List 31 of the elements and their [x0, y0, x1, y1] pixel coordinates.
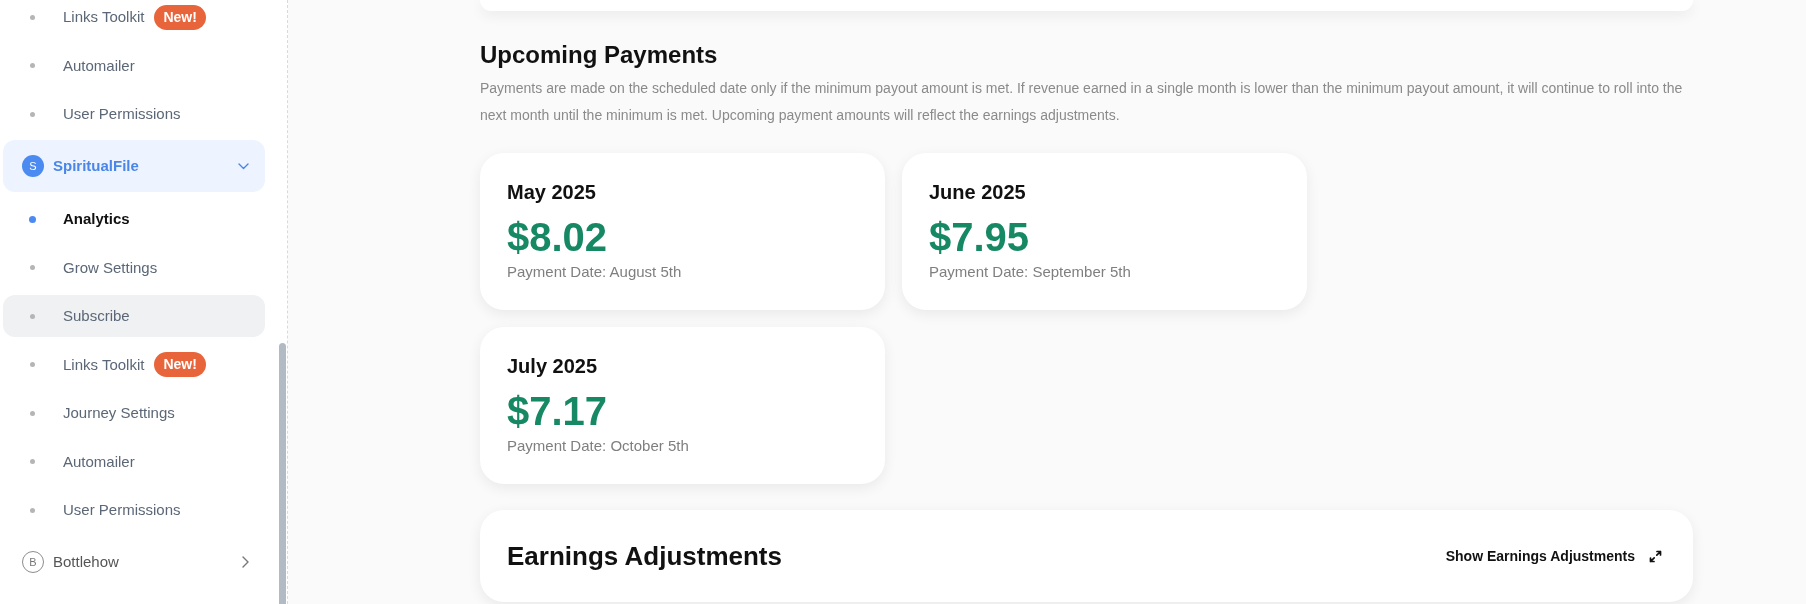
payment-month: May 2025: [507, 180, 596, 204]
bullet-icon: [29, 14, 35, 20]
expand-icon: [1649, 549, 1662, 563]
payment-date: Payment Date: August 5th: [507, 262, 682, 282]
payment-amount: $7.17: [507, 389, 608, 433]
bullet-icon: [29, 111, 35, 117]
bullet-icon: [29, 410, 35, 416]
payment-date: Payment Date: October 5th: [507, 436, 689, 456]
bullet-icon: [28, 215, 36, 223]
section-heading: Upcoming Payments: [480, 40, 719, 70]
new-badge: New!: [154, 4, 206, 30]
payment-date: Payment Date: September 5th: [929, 262, 1131, 282]
payment-amount: $8.02: [507, 215, 608, 259]
payment-month: June 2025: [929, 180, 1026, 204]
scrollbar-thumb[interactable]: [279, 343, 286, 604]
bullet-icon: [29, 507, 35, 513]
sidebar-group[interactable]: S SpiritualFile: [3, 140, 265, 193]
payment-month: July 2025: [507, 354, 598, 378]
card-heading: Earnings Adjustments: [507, 540, 782, 572]
bullet-icon: [29, 459, 35, 465]
bullet-icon: [29, 265, 35, 271]
show-adjustments-button[interactable]: Show Earnings Adjustments: [1445, 545, 1662, 567]
bullet-icon: [29, 313, 35, 319]
payment-amount: $7.95: [929, 215, 1030, 259]
letter-avatar: S: [22, 155, 44, 178]
section-description: Payments are made on the scheduled date only if the minimum payout amount is met. If revenue earned in a single month is lower than the minimum payout amount, it will continue to roll into the next month until the minimum is met. Upcoming payment amounts will reflect the earnings adjustments.: [480, 79, 1684, 125]
sidebar-item[interactable]: Subscribe: [3, 295, 265, 338]
bullet-icon: [29, 362, 35, 368]
new-badge: New!: [154, 352, 206, 378]
letter-avatar: B: [22, 551, 44, 574]
bullet-icon: [29, 63, 35, 69]
